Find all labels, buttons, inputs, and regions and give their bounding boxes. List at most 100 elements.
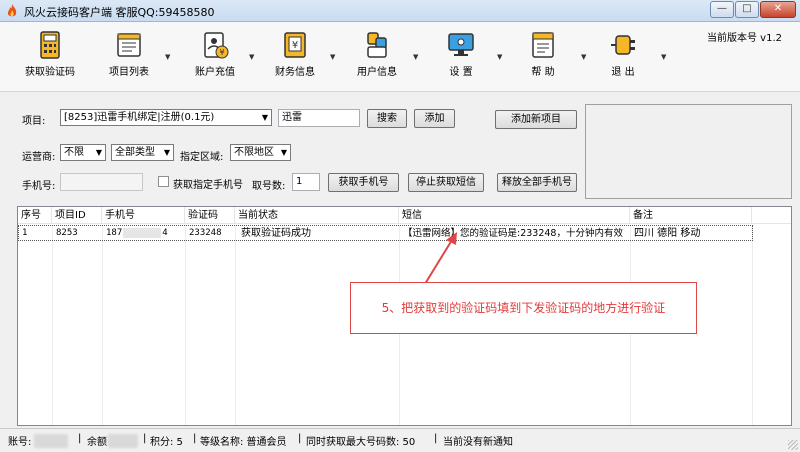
exit-plug-icon (611, 35, 635, 55)
region-select[interactable]: 不限地区 ▼ (230, 144, 291, 161)
count-input[interactable]: 1 (292, 173, 320, 191)
flame-icon (7, 4, 17, 17)
tool-dropdown-arrow[interactable]: ▼ (413, 53, 418, 61)
recharge-icon: ¥ (204, 32, 229, 59)
region-label: 指定区域: (180, 152, 224, 163)
tool-settings[interactable]: 设 置 (438, 30, 484, 78)
column-header[interactable]: 短信 (399, 207, 630, 224)
tool-label: 设 置 (449, 67, 473, 78)
tool-dropdown-arrow[interactable]: ▼ (581, 53, 586, 61)
table-row[interactable]: 1 8253 187 4 233248 获取验证码成功 【迅雷网络】您的验证码是:… (18, 225, 753, 241)
chevron-down-icon: ▼ (280, 148, 287, 157)
tool-get-code[interactable]: 获取验证码 (22, 30, 78, 78)
chevron-down-icon: ▼ (163, 148, 170, 157)
release-all-button[interactable]: 释放全部手机号 (497, 173, 577, 192)
preview-panel (585, 104, 792, 199)
keyword-input[interactable]: 迅雷 (278, 109, 360, 127)
column-header[interactable]: 验证码 (185, 207, 235, 224)
monitor-settings-icon (448, 33, 474, 56)
tool-dropdown-arrow[interactable]: ▼ (165, 53, 170, 61)
max-numbers-status: 同时获取最大号码数: 50 (306, 437, 416, 448)
toolbar: 获取验证码 项目列表 ▼ ¥ 账户充值 ▼ ¥ 财务信息 ▼ 用户信息 ▼ 设 … (0, 22, 800, 92)
tool-dropdown-arrow[interactable]: ▼ (330, 53, 335, 61)
tool-label: 账户充值 (195, 67, 235, 78)
list-icon (117, 33, 141, 57)
type-select[interactable]: 全部类型 ▼ (111, 144, 174, 161)
resize-grip[interactable] (788, 440, 798, 450)
svg-text:¥: ¥ (292, 40, 298, 51)
cell-sms: 【迅雷网络】您的验证码是:233248，十分钟内有效 (403, 228, 623, 239)
specific-phone-label: 获取指定手机号 (173, 180, 243, 191)
column-header[interactable]: 当前状态 (235, 207, 399, 224)
project-select[interactable]: [8253]迅雷手机绑定|注册(0.1元) ▼ (60, 109, 272, 126)
version-label: 当前版本号 v1.2 (707, 33, 782, 44)
maximize-button[interactable]: □ (735, 1, 759, 18)
phone-suffix: 4 (162, 228, 168, 238)
carrier-select[interactable]: 不限 ▼ (60, 144, 106, 161)
tool-user-info[interactable]: 用户信息 (354, 30, 400, 78)
tool-exit[interactable]: 退 出 (600, 30, 646, 78)
calculator-icon (40, 31, 60, 59)
column-header[interactable]: 手机号 (102, 207, 185, 224)
svg-text:¥: ¥ (219, 48, 224, 57)
points-status: 积分: 5 (150, 437, 183, 448)
phone-label: 手机号: (22, 181, 56, 192)
balance-label: 余额 (87, 437, 107, 448)
project-label: 项目: (22, 116, 46, 127)
account-label: 账号: (8, 437, 32, 448)
column-header[interactable]: 项目ID (52, 207, 102, 224)
help-doc-icon (532, 32, 554, 58)
count-label: 取号数: (252, 181, 286, 192)
level-status: 等级名称: 普通会员 (200, 437, 287, 448)
chevron-down-icon: ▼ (261, 113, 268, 122)
type-select-value: 全部类型 (115, 147, 155, 158)
status-bar: 账号: | 余额 | 积分: 5 | 等级名称: 普通会员 | 同时获取最大号码… (0, 428, 800, 452)
tool-project-list[interactable]: 项目列表 (106, 30, 152, 78)
redacted-block (34, 434, 68, 448)
redacted-block (108, 434, 138, 448)
close-button[interactable]: ✕ (760, 1, 796, 18)
project-select-value: [8253]迅雷手机绑定|注册(0.1元) (64, 112, 215, 123)
phone-input[interactable] (60, 173, 143, 191)
column-header[interactable]: 备注 (630, 207, 752, 224)
annotation-callout: 5、把获取到的验证码填到下发验证码的地方进行验证 (350, 282, 697, 334)
window-title: 风火云接码客户端 客服QQ:59458580 (24, 6, 215, 19)
title-bar: 风火云接码客户端 客服QQ:59458580 — □ ✕ (0, 0, 800, 22)
chevron-down-icon: ▼ (95, 148, 102, 157)
finance-icon: ¥ (284, 32, 306, 58)
cell-project-id: 8253 (56, 228, 78, 238)
add-button[interactable]: 添加 (414, 109, 455, 128)
phone-prefix: 187 (106, 228, 123, 238)
table-header: 序号 项目ID 手机号 验证码 当前状态 短信 备注 (18, 207, 791, 224)
stop-sms-button[interactable]: 停止获取短信 (408, 173, 484, 192)
tool-label: 获取验证码 (25, 67, 75, 78)
add-new-project-button[interactable]: 添加新项目 (495, 110, 577, 129)
tool-label: 帮 助 (531, 67, 555, 78)
search-button[interactable]: 搜索 (367, 109, 407, 128)
cell-status: 获取验证码成功 (241, 228, 311, 239)
tool-label: 用户信息 (357, 67, 397, 78)
column-header[interactable]: 序号 (18, 207, 52, 224)
tool-label: 项目列表 (109, 67, 149, 78)
minimize-button[interactable]: — (710, 1, 734, 18)
cell-phone: 187 4 (103, 226, 186, 242)
carrier-select-value: 不限 (64, 147, 84, 158)
carrier-label: 运营商: (22, 152, 56, 163)
tool-dropdown-arrow[interactable]: ▼ (661, 53, 666, 61)
tool-label: 财务信息 (275, 67, 315, 78)
tool-dropdown-arrow[interactable]: ▼ (497, 53, 502, 61)
specific-phone-checkbox[interactable] (158, 176, 169, 187)
tool-label: 退 出 (611, 67, 635, 78)
region-select-value: 不限地区 (234, 147, 274, 158)
tool-finance[interactable]: ¥ 财务信息 (272, 30, 318, 78)
cell-code: 233248 (189, 228, 222, 238)
get-phone-button[interactable]: 获取手机号 (328, 173, 399, 192)
tool-recharge[interactable]: ¥ 账户充值 (192, 30, 238, 78)
tool-dropdown-arrow[interactable]: ▼ (249, 53, 254, 61)
cell-note: 四川 德阳 移动 (634, 228, 701, 239)
cell-seq: 1 (22, 228, 28, 238)
user-icon (367, 32, 387, 58)
notice-status: 当前没有新通知 (443, 437, 513, 448)
tool-help[interactable]: 帮 助 (520, 30, 566, 78)
redacted-block (123, 227, 162, 238)
